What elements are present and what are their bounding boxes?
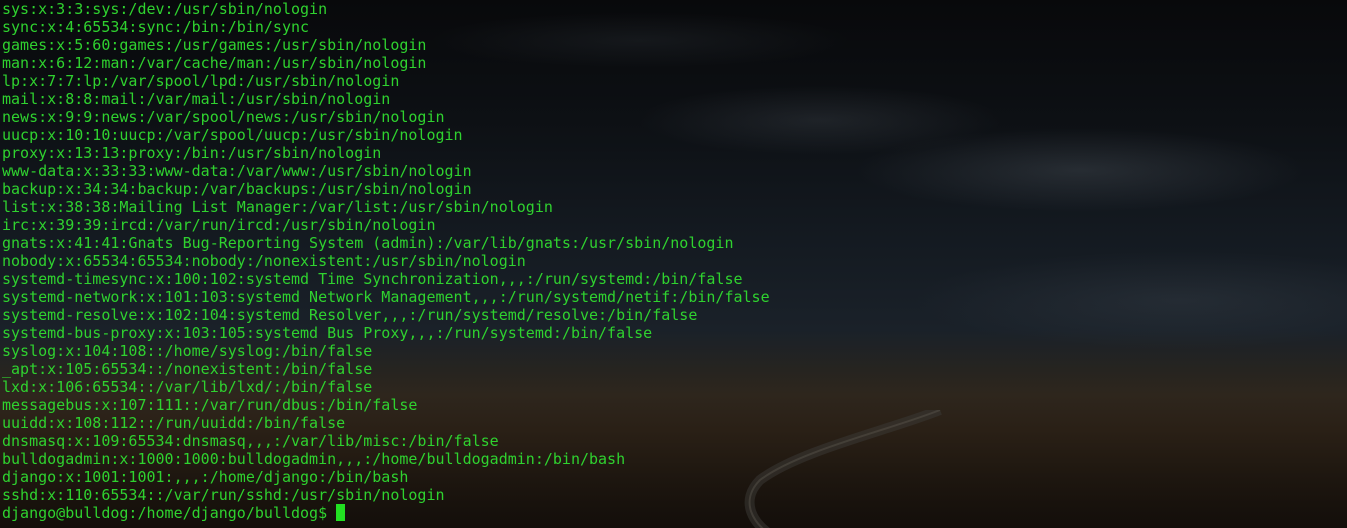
output-line: bulldogadmin:x:1000:1000:bulldogadmin,,,…	[2, 450, 626, 468]
output-line: gnats:x:41:41:Gnats Bug-Reporting System…	[2, 234, 734, 252]
output-line: list:x:38:38:Mailing List Manager:/var/l…	[2, 198, 553, 216]
desert-road-background-image	[744, 410, 942, 528]
output-line: _apt:x:105:65534::/nonexistent:/bin/fals…	[2, 360, 373, 378]
output-line: sshd:x:110:65534::/var/run/sshd:/usr/sbi…	[2, 486, 445, 504]
output-line: uuidd:x:108:112::/run/uuidd:/bin/false	[2, 414, 346, 432]
terminal-window[interactable]: sys:x:3:3:sys:/dev:/usr/sbin/nologin sync…	[0, 0, 1347, 528]
output-line: sys:x:3:3:sys:/dev:/usr/sbin/nologin	[2, 0, 328, 18]
output-line: man:x:6:12:man:/var/cache/man:/usr/sbin/…	[2, 54, 427, 72]
output-line: irc:x:39:39:ircd:/var/run/ircd:/usr/sbin…	[2, 216, 436, 234]
output-line: systemd-network:x:101:103:systemd Networ…	[2, 288, 770, 306]
output-line: games:x:5:60:games:/usr/games:/usr/sbin/…	[2, 36, 427, 54]
output-line: backup:x:34:34:backup:/var/backups:/usr/…	[2, 180, 472, 198]
output-line: django:x:1001:1001:,,,:/home/django:/bin…	[2, 468, 409, 486]
output-line: systemd-timesync:x:100:102:systemd Time …	[2, 270, 743, 288]
text-cursor	[336, 504, 346, 521]
output-line: nobody:x:65534:65534:nobody:/nonexistent…	[2, 252, 526, 270]
output-line: lxd:x:106:65534::/var/lib/lxd/:/bin/fals…	[2, 378, 373, 396]
command-prompt-line[interactable]: django@bulldog:/home/django/bulldog$	[2, 504, 346, 522]
output-line: syslog:x:104:108::/home/syslog:/bin/fals…	[2, 342, 373, 360]
output-line: mail:x:8:8:mail:/var/mail:/usr/sbin/nolo…	[2, 90, 391, 108]
output-line: uucp:x:10:10:uucp:/var/spool/uucp:/usr/s…	[2, 126, 463, 144]
output-line: lp:x:7:7:lp:/var/spool/lpd:/usr/sbin/nol…	[2, 72, 400, 90]
terminal-output: sys:x:3:3:sys:/dev:/usr/sbin/nologin sync…	[2, 0, 770, 504]
output-line: www-data:x:33:33:www-data:/var/www:/usr/…	[2, 162, 472, 180]
output-line: dnsmasq:x:109:65534:dnsmasq,,,:/var/lib/…	[2, 432, 499, 450]
shell-prompt: django@bulldog:/home/django/bulldog$	[2, 504, 328, 522]
output-line: sync:x:4:65534:sync:/bin:/bin/sync	[2, 18, 310, 36]
output-line: messagebus:x:107:111::/var/run/dbus:/bin…	[2, 396, 418, 414]
output-line: news:x:9:9:news:/var/spool/news:/usr/sbi…	[2, 108, 445, 126]
output-line: systemd-resolve:x:102:104:systemd Resolv…	[2, 306, 698, 324]
output-line: systemd-bus-proxy:x:103:105:systemd Bus …	[2, 324, 653, 342]
output-line: proxy:x:13:13:proxy:/bin:/usr/sbin/nolog…	[2, 144, 382, 162]
